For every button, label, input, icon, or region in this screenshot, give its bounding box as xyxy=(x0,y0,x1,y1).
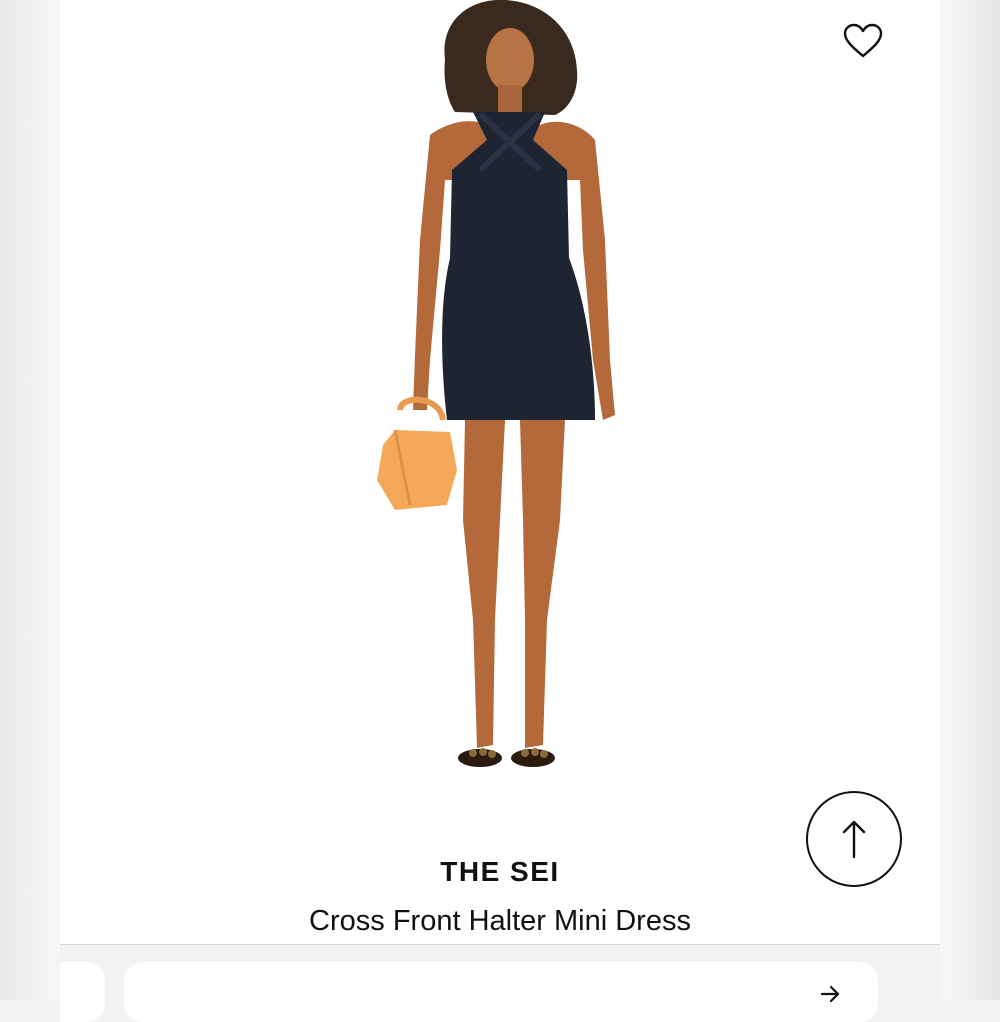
arrow-up-icon xyxy=(842,820,866,859)
left-background-panel xyxy=(0,0,60,1000)
right-background-panel xyxy=(940,0,1000,1000)
bottom-left-card[interactable] xyxy=(60,962,105,1022)
heart-outline-icon xyxy=(843,23,883,58)
bottom-action-bar[interactable] xyxy=(124,962,878,1022)
favorite-button[interactable] xyxy=(840,20,886,62)
arrow-right-icon xyxy=(820,985,840,1003)
product-title[interactable]: Cross Front Halter Mini Dress xyxy=(0,905,1000,938)
product-image xyxy=(377,0,615,767)
product-brand[interactable]: THE SEI xyxy=(0,856,1000,888)
divider xyxy=(60,944,940,945)
